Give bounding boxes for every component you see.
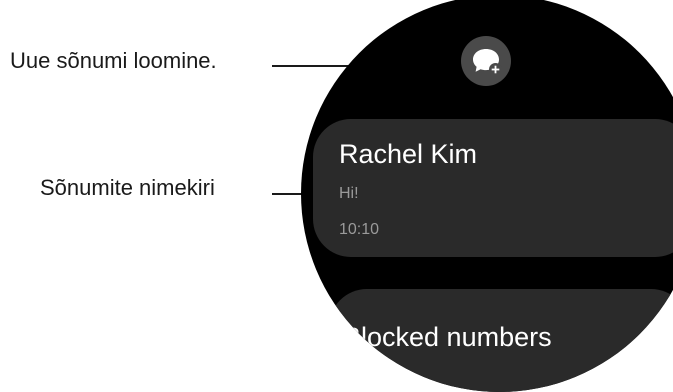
blocked-numbers-item[interactable]: Blocked numbers [329,289,673,392]
new-message-icon [473,49,502,76]
compose-message-button[interactable] [461,36,511,86]
blocked-numbers-label: Blocked numbers [343,322,552,352]
contact-name: Rachel Kim [339,139,478,169]
watch-screen: Rachel Kim Hi! 10:10 Blocked numbers [301,0,673,392]
message-preview: Hi! [339,185,359,202]
message-time: 10:10 [339,221,380,238]
callout-label-list: Sõnumite nimekiri [40,175,215,200]
message-list-item[interactable]: Rachel Kim Hi! 10:10 [313,119,673,257]
callout-label-compose: Uue sõnumi loomine. [10,48,217,73]
